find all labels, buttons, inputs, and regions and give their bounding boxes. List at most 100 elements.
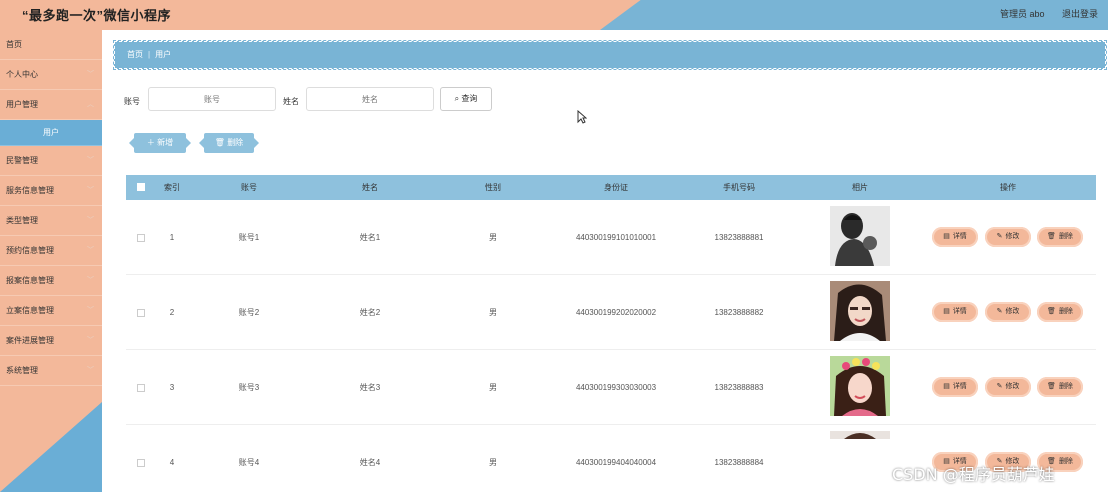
row-delete-button[interactable]: 🗑 删除 [1037,377,1083,397]
cell-id-card: 440300199303030003 [575,383,657,392]
sidebar-item-report-info[interactable]: 报案信息管理 ﹀ [0,266,102,296]
cell-gender: 男 [489,383,497,392]
cell-gender: 男 [489,458,497,467]
sidebar-item-personal-center[interactable]: 个人中心 ﹀ [0,60,102,90]
watermark: CSDN @程序员葫芦娃 [892,465,1055,484]
chevron-down-icon: ﹀ [87,71,94,78]
sidebar-item-case-progress[interactable]: 案件进展管理 ﹀ [0,326,102,356]
table-row: 2 账号2 姓名2 男 440300199202020002 138238888… [126,275,1096,350]
row-delete-button[interactable]: 🗑 删除 [1037,302,1083,322]
logout-link[interactable]: 退出登录 [1062,7,1098,20]
edit-button-label: 修改 [1005,233,1020,240]
search-button-label: 查询 [461,94,478,103]
select-all-checkbox[interactable] [137,183,145,191]
row-checkbox[interactable] [137,459,145,467]
sidebar-item-filing-info[interactable]: 立案信息管理 ﹀ [0,296,102,326]
row-detail-button[interactable]: ▤ 详情 [932,302,978,322]
top-header: “最多跑一次”微信小程序 管理员 abo 退出登录 [0,0,1108,30]
edit-icon: ✎ [996,383,1003,390]
row-checkbox[interactable] [137,234,145,242]
sidebar-item-system-management[interactable]: 系统管理 ﹀ [0,356,102,386]
breadcrumb-separator: | [148,50,151,59]
trash-icon: 🗑 [1047,233,1056,240]
sidebar-item-label: 报案信息管理 [6,276,54,285]
cell-gender: 男 [489,308,497,317]
column-header-index: 索引 [164,183,180,192]
row-edit-button[interactable]: ✎ 修改 [985,302,1031,322]
breadcrumb-home[interactable]: 首页 [127,50,143,59]
sidebar-item-service-info[interactable]: 服务信息管理 ﹀ [0,176,102,206]
row-detail-button[interactable]: ▤ 详情 [932,377,978,397]
delete-button-label: 删除 [1058,308,1073,315]
sidebar-item-label: 系统管理 [6,366,38,375]
sidebar-decoration [0,402,102,492]
column-header-account: 账号 [241,183,257,192]
sidebar-item-appointment-info[interactable]: 预约信息管理 ﹀ [0,236,102,266]
main-content: 首页 | 用户 账号 姓名 ⌕ 查询 ＋ 新增 🗑 删除 索引 账号 姓名 性别 身… [102,30,1108,492]
cell-index: 1 [169,233,175,242]
sidebar-item-label: 立案信息管理 [6,306,54,315]
admin-username: 管理员 abo [1000,9,1045,19]
column-header-phone: 手机号码 [723,183,755,192]
row-edit-button[interactable]: ✎ 修改 [985,377,1031,397]
row-delete-button[interactable]: 🗑 删除 [1037,227,1083,247]
sidebar-item-label: 用户 [43,128,59,137]
table-row: 3 账号3 姓名3 男 440300199303030003 138238888… [126,350,1096,425]
column-header-id-card: 身份证 [604,183,628,192]
row-checkbox[interactable] [137,384,145,392]
search-button[interactable]: ⌕ 查询 [440,87,492,111]
delete-button[interactable]: 🗑 删除 [204,133,254,153]
sidebar-item-label: 类型管理 [6,216,38,225]
detail-button-label: 详情 [952,308,967,315]
chevron-down-icon: ﹀ [87,157,94,164]
cell-name: 姓名3 [359,383,381,392]
user-photo [830,431,890,439]
document-icon: ▤ [943,233,950,240]
column-header-photo: 相片 [852,183,868,192]
cell-name: 姓名1 [359,233,381,242]
user-photo [830,206,890,266]
breadcrumb: 首页 | 用户 [113,40,1107,70]
account-search-input[interactable] [148,87,276,111]
trash-icon: 🗑 [1047,308,1056,315]
document-icon: ▤ [943,308,950,315]
column-header-gender: 性别 [485,183,501,192]
mouse-cursor-icon [577,110,587,124]
cell-id-card: 440300199101010001 [575,233,657,242]
sidebar-item-label: 首页 [6,40,22,49]
cell-account: 账号3 [238,383,260,392]
chevron-down-icon: ﹀ [87,307,94,314]
cell-index: 4 [169,458,175,467]
sidebar-item-user-management[interactable]: 用户管理 ︿ [0,90,102,120]
cell-phone: 13823888882 [714,308,764,317]
sidebar-item-home[interactable]: 首页 [0,30,102,60]
column-header-actions: 操作 [1000,183,1016,192]
name-label: 姓名 [283,97,299,106]
edit-button-label: 修改 [1005,308,1020,315]
chevron-down-icon: ﹀ [87,217,94,224]
trash-icon: 🗑 [214,138,225,147]
chevron-up-icon: ︿ [87,101,94,108]
chevron-down-icon: ﹀ [87,247,94,254]
cell-phone: 13823888883 [714,383,764,392]
delete-button-label: 删除 [1058,458,1073,465]
row-checkbox[interactable] [137,309,145,317]
sidebar-item-label: 用户管理 [6,100,38,109]
document-icon: ▤ [943,383,950,390]
sidebar-item-type-management[interactable]: 类型管理 ﹀ [0,206,102,236]
cell-phone: 13823888881 [714,233,764,242]
edit-icon: ✎ [996,233,1003,240]
name-search-input[interactable] [306,87,434,111]
sidebar-subitem-user[interactable]: 用户 [0,120,102,146]
user-photo [830,356,890,416]
cell-name: 姓名2 [359,308,381,317]
row-detail-button[interactable]: ▤ 详情 [932,227,978,247]
search-icon: ⌕ [454,94,460,103]
detail-button-label: 详情 [952,383,967,390]
chevron-down-icon: ﹀ [87,367,94,374]
row-edit-button[interactable]: ✎ 修改 [985,227,1031,247]
cell-index: 2 [169,308,175,317]
sidebar-item-police-management[interactable]: 民警管理 ﹀ [0,146,102,176]
chevron-down-icon: ﹀ [87,337,94,344]
add-button[interactable]: ＋ 新增 [134,133,186,153]
